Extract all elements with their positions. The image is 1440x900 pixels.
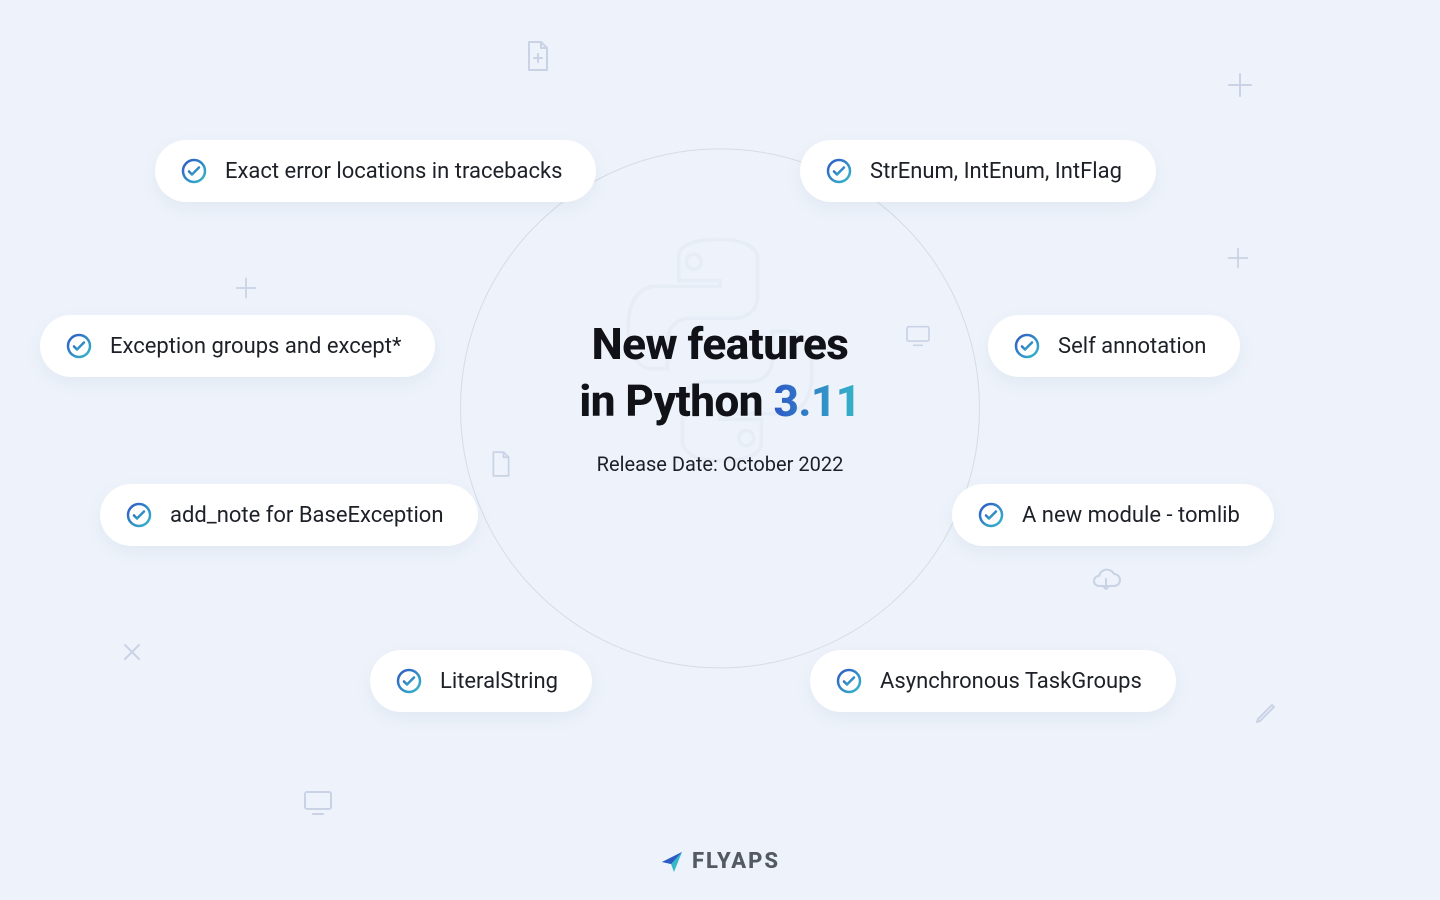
file-plus-icon	[525, 40, 551, 72]
check-icon	[126, 502, 152, 528]
feature-label: Self annotation	[1058, 334, 1206, 359]
feature-pill-exception-groups: Exception groups and except*	[40, 315, 435, 377]
brand-text: FLYAPS	[692, 849, 780, 874]
check-icon	[978, 502, 1004, 528]
feature-pill-tomlib: A new module - tomlib	[952, 484, 1274, 546]
feature-pill-strenum: StrEnum, IntEnum, IntFlag	[800, 140, 1156, 202]
feature-label: StrEnum, IntEnum, IntFlag	[870, 159, 1122, 184]
feature-pill-tracebacks: Exact error locations in tracebacks	[155, 140, 596, 202]
title-line1: New features	[592, 318, 849, 370]
paper-plane-icon	[660, 850, 684, 874]
check-icon	[836, 668, 862, 694]
brand-logo: FLYAPS	[660, 849, 780, 874]
check-icon	[826, 158, 852, 184]
title: New features in Python 3.11	[460, 316, 980, 430]
feature-label: add_note for BaseException	[170, 503, 444, 528]
plus-icon	[1225, 245, 1251, 271]
close-icon	[120, 640, 144, 664]
check-icon	[396, 668, 422, 694]
title-version: 3.11	[773, 375, 860, 427]
feature-label: Exception groups and except*	[110, 334, 401, 359]
check-icon	[66, 333, 92, 359]
pencil-icon	[1253, 700, 1279, 726]
check-icon	[181, 158, 207, 184]
center-heading: New features in Python 3.11 Release Date…	[460, 316, 980, 476]
monitor-icon	[905, 325, 931, 347]
feature-label: LiteralString	[440, 669, 558, 694]
feature-label: Asynchronous TaskGroups	[880, 669, 1142, 694]
check-icon	[1014, 333, 1040, 359]
plus-icon	[233, 275, 259, 301]
plus-icon	[1225, 70, 1255, 100]
title-line2a: in Python	[579, 375, 773, 427]
feature-pill-add-note: add_note for BaseException	[100, 484, 478, 546]
feature-pill-taskgroups: Asynchronous TaskGroups	[810, 650, 1176, 712]
cloud-download-icon	[1090, 568, 1122, 594]
feature-pill-self-annotation: Self annotation	[988, 315, 1240, 377]
feature-pill-literalstring: LiteralString	[370, 650, 592, 712]
feature-label: Exact error locations in tracebacks	[225, 159, 562, 184]
file-icon	[490, 450, 512, 478]
subtitle: Release Date: October 2022	[460, 452, 980, 476]
feature-label: A new module - tomlib	[1022, 503, 1240, 528]
monitor-icon	[303, 790, 333, 816]
